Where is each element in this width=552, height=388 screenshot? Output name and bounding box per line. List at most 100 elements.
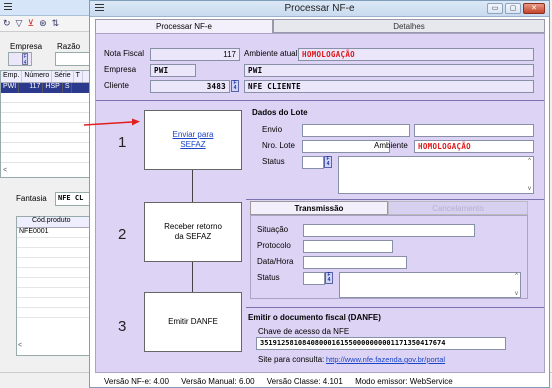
minimize-button[interactable]: ▭ [487, 3, 503, 14]
close-button[interactable]: ✕ [523, 3, 545, 14]
step-2-number: 2 [118, 226, 127, 243]
transmissao-status-picker-button[interactable]: F4 [325, 272, 333, 284]
lote-status-picker-button[interactable]: F4 [324, 156, 332, 168]
dialog-title-bar[interactable]: Processar NF-e ▭ ▢ ✕ [90, 1, 549, 17]
envio-extra-field[interactable] [414, 124, 534, 137]
nota-fiscal-field[interactable]: 117 [150, 48, 240, 61]
empresa-name-field[interactable]: PWI [244, 64, 534, 77]
sort-icon[interactable]: ⇅ [52, 18, 60, 29]
situacao-label: Situação [257, 225, 289, 234]
cliente-name-field[interactable]: NFE CLIENTE [244, 80, 534, 93]
refresh-icon[interactable]: ↻ [3, 18, 11, 29]
empresa-label: Empresa [104, 65, 137, 74]
empresa-picker-button[interactable]: F4 [22, 53, 28, 66]
situacao-field[interactable] [303, 224, 475, 237]
data-hora-field[interactable] [303, 256, 407, 269]
emitir-danfe-step[interactable]: Emitir DANFE [144, 292, 242, 352]
grid-cell-emp: PWI [1, 83, 20, 93]
cliente-code-field[interactable]: 3483 [150, 80, 230, 93]
transmissao-tabs: Transmissão Cancelamento [250, 201, 528, 215]
scroll-down-icon[interactable]: v [528, 186, 531, 192]
dados-lote-title: Dados do Lote [252, 108, 308, 117]
grid-cell-numero: 117 [19, 83, 44, 93]
chave-acesso-field[interactable]: 3519125810840800016155000000000117135041… [256, 337, 506, 350]
scroll-left-icon[interactable]: < [18, 342, 22, 349]
grid-header-numero: Número [22, 71, 53, 82]
data-hora-label: Data/Hora [257, 257, 294, 266]
grid-cell-serie: HSP [43, 83, 63, 93]
tab-transmissao[interactable]: Transmissão [250, 201, 388, 215]
menu-icon[interactable] [4, 3, 12, 11]
receber-line2: da SEFAZ [174, 232, 212, 241]
tab-detalhes[interactable]: Detalhes [273, 19, 545, 33]
enviar-line1: Enviar para [172, 130, 214, 139]
versao-nfe: Versão NF-e: 4.00 [104, 377, 169, 386]
scroll-left-icon[interactable]: < [3, 167, 7, 174]
filter-icon[interactable]: ▽ [16, 18, 23, 29]
cliente-picker-button[interactable]: F4 [231, 80, 239, 92]
lote-status-memo[interactable]: ^ v [338, 156, 534, 194]
scroll-up-icon[interactable]: ^ [528, 158, 531, 164]
scroll-down-icon[interactable]: v [515, 291, 518, 297]
razao-label: Razão [57, 42, 81, 51]
list-item[interactable]: NFE0001 [17, 228, 89, 238]
lote-status-code-field[interactable] [302, 156, 324, 169]
dialog-title: Processar NF-e [284, 3, 355, 14]
fantasia-input[interactable]: NFE CL [55, 192, 91, 206]
versao-manual: Versão Manual: 6.00 [181, 377, 255, 386]
transmissao-status-memo[interactable]: ^ v [339, 272, 521, 298]
tab-cancelamento[interactable]: Cancelamento [388, 201, 528, 215]
envio-field[interactable] [302, 124, 410, 137]
emitir-danfe-label: Emitir DANFE [168, 317, 218, 326]
receber-retorno-step[interactable]: Receber retorno da SEFAZ [144, 202, 242, 262]
modo-emissor: Modo emissor: WebService [355, 377, 453, 386]
clear-filter-icon[interactable]: ⊻ [27, 18, 34, 29]
background-toolbar: ↻ ▽ ⊻ ⊛ ⇅ [0, 16, 90, 32]
ambiente-atual-field[interactable]: HOMOLOGAÇÃO [298, 48, 534, 61]
transmissao-status-code-field[interactable] [303, 272, 325, 285]
nf-grid-header: Emp. Número Série T [1, 71, 89, 83]
empresa-input[interactable] [8, 52, 32, 66]
table-row[interactable]: PWI 117 HSP S [1, 83, 89, 93]
version-footer: Versão NF-e: 4.00 Versão Manual: 6.00 Ve… [104, 377, 463, 386]
maximize-button[interactable]: ▢ [505, 3, 521, 14]
ambiente-label: Ambiente [374, 141, 408, 150]
scroll-up-icon[interactable]: ^ [515, 273, 518, 279]
empresa-label: Empresa [10, 42, 43, 51]
step-connector-1 [192, 170, 193, 202]
empresa-code-field[interactable]: PWI [150, 64, 196, 77]
step-connector-2 [192, 262, 193, 292]
header-divider [96, 100, 544, 101]
grid-header-serie: Série [52, 71, 74, 82]
enviar-line2: SEFAZ [180, 140, 206, 149]
fantasia-label: Fantasia [16, 194, 47, 203]
binoculars-icon[interactable]: ⊛ [39, 18, 47, 29]
transmissao-divider [246, 199, 544, 200]
step-1-number: 1 [118, 134, 127, 151]
lote-status-label: Status [262, 157, 285, 166]
enviar-sefaz-step[interactable]: Enviar para SEFAZ [144, 110, 242, 170]
dialog-tabs: Processar NF-e Detalhes [95, 19, 545, 33]
nf-grid: Emp. Número Série T PWI 117 HSP S [0, 70, 90, 178]
razao-input[interactable] [55, 52, 91, 66]
envio-label: Envio [262, 125, 283, 134]
site-consulta-link[interactable]: http://www.nfe.fazenda.gov.br/portal [326, 355, 445, 364]
transmissao-panel: Situação Protocolo Data/Hora Status F4 ^… [250, 215, 528, 299]
protocolo-label: Protocolo [257, 241, 291, 250]
step-3-number: 3 [118, 318, 127, 335]
tab-processar-nfe[interactable]: Processar NF-e [95, 19, 273, 33]
danfe-divider [246, 307, 544, 308]
grid-header-t: T [74, 71, 83, 82]
processar-nfe-dialog: Processar NF-e ▭ ▢ ✕ Processar NF-e Deta… [89, 0, 550, 388]
cliente-label: Cliente [104, 81, 129, 90]
enviar-sefaz-link[interactable]: Enviar para SEFAZ [173, 130, 214, 150]
grid-cell-t: S [63, 83, 73, 93]
product-grid-header: Cód.produto [17, 217, 89, 228]
ambiente-field[interactable]: HOMOLOGAÇÃO [414, 140, 534, 153]
protocolo-field[interactable] [303, 240, 393, 253]
chave-acesso-label: Chave de acesso da NFE [258, 327, 350, 336]
nota-fiscal-label: Nota Fiscal [104, 49, 145, 58]
ambiente-atual-label: Ambiente atual [244, 49, 298, 58]
product-grid: Cód.produto NFE0001 [16, 216, 90, 356]
transmissao-status-label: Status [257, 273, 280, 282]
